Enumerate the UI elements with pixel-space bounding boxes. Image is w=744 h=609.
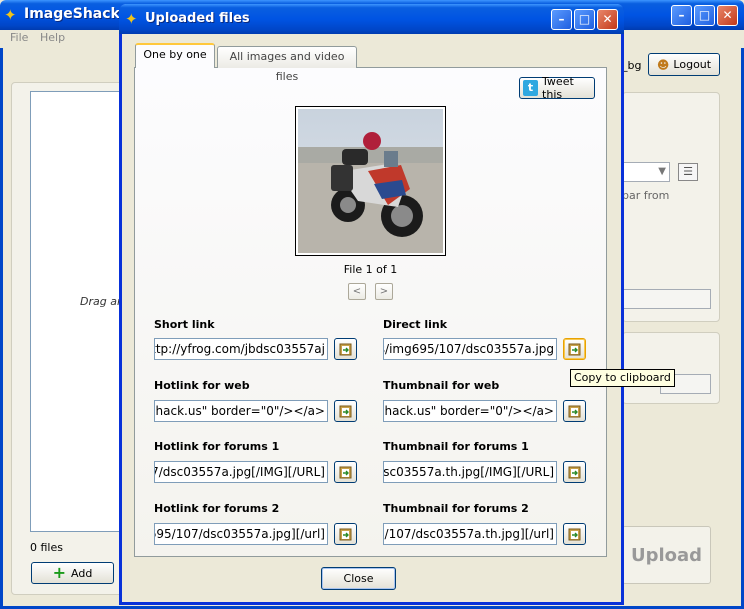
tab-one-by-one[interactable]: One by one xyxy=(135,43,215,68)
thumbnail-forums1-label: Thumbnail for forums 1 xyxy=(383,440,529,453)
direct-link-field[interactable]: s/img695/107/dsc03557a.jpg xyxy=(383,338,557,360)
hotlink-forums2-label: Hotlink for forums 2 xyxy=(154,502,280,515)
drop-hint: Drag an xyxy=(80,295,124,308)
twitter-icon: t xyxy=(523,80,539,96)
thumbnail-forums1-value: dsc03557a.th.jpg[/IMG][/URL] xyxy=(383,465,554,479)
clipboard-icon xyxy=(568,343,581,356)
settings-dropdown[interactable]: ▼ xyxy=(622,162,670,182)
short-link-value: http://yfrog.com/jbdsc03557aj xyxy=(154,342,325,356)
clipboard-icon xyxy=(339,528,352,541)
drop-zone[interactable] xyxy=(30,91,122,532)
previous-button[interactable]: < xyxy=(348,283,366,300)
copy-thumbnail-web-button[interactable] xyxy=(563,400,586,422)
add-button-label: Add xyxy=(71,566,93,580)
clipboard-icon xyxy=(339,343,352,356)
motorcycle-photo xyxy=(298,109,443,253)
copy-hotlink-web-button[interactable] xyxy=(334,400,357,422)
upload-label: Upload xyxy=(630,544,703,566)
menu-help[interactable]: Help xyxy=(40,31,65,44)
thumbnail-web-label: Thumbnail for web xyxy=(383,379,500,392)
imageshack-app-icon: ✦ xyxy=(4,6,17,24)
user-icon: ☻ xyxy=(656,57,670,72)
thumbnail-web-value: eShack.us" border="0"/></a> xyxy=(383,404,554,418)
logout-label: Logout xyxy=(673,58,712,71)
hotlink-forums1-field[interactable]: 7/dsc03557a.jpg[/IMG][/URL] xyxy=(154,461,328,483)
tweet-label: Tweet this xyxy=(542,75,574,101)
copy-thumbnail-forums2-button[interactable] xyxy=(563,523,586,545)
thumbnail-forums2-label: Thumbnail for forums 2 xyxy=(383,502,529,515)
clipboard-icon xyxy=(568,405,581,418)
clipboard-icon xyxy=(568,528,581,541)
tweet-button[interactable]: t Tweet this xyxy=(519,75,595,101)
dialog-maximize-button[interactable]: □ xyxy=(574,9,595,30)
hotlink-web-label: Hotlink for web xyxy=(154,379,250,392)
main-close-button[interactable]: ✕ xyxy=(717,5,738,26)
main-maximize-button[interactable]: □ xyxy=(694,5,715,26)
dialog-minimize-button[interactable]: – xyxy=(551,9,572,30)
plus-icon: + xyxy=(52,563,67,582)
copy-hotlink-forums1-button[interactable] xyxy=(334,461,357,483)
thumbnail-forums2-field[interactable]: 95/107/dsc03557a.th.jpg][/url] xyxy=(383,523,557,545)
main-minimize-button[interactable]: – xyxy=(671,5,692,26)
thumbnail-web-field[interactable]: eShack.us" border="0"/></a> xyxy=(383,400,557,422)
logout-button[interactable]: ☻ Logout xyxy=(648,53,720,76)
thumbnail-forums2-value: 95/107/dsc03557a.th.jpg][/url] xyxy=(383,527,554,541)
list-icon[interactable]: ☰ xyxy=(678,163,698,181)
right-panel xyxy=(622,92,720,322)
main-window-border-left xyxy=(0,30,3,609)
copy-short-link-button[interactable] xyxy=(334,338,357,360)
hotlink-web-field[interactable]: eShack.us" border="0"/></a> xyxy=(154,400,328,422)
hotlink-web-value: eShack.us" border="0"/></a> xyxy=(154,404,325,418)
direct-link-label: Direct link xyxy=(383,318,448,331)
file-count: 0 files xyxy=(30,541,63,554)
image-preview xyxy=(295,106,446,256)
clipboard-icon xyxy=(568,466,581,479)
username-fragment: _bg xyxy=(622,59,642,72)
clipboard-icon xyxy=(339,405,352,418)
copy-direct-link-button[interactable] xyxy=(563,338,586,360)
clipboard-icon xyxy=(339,466,352,479)
copy-hotlink-forums2-button[interactable] xyxy=(334,523,357,545)
bar-from-text: bar from xyxy=(622,189,670,202)
thumbnail-forums1-field[interactable]: dsc03557a.th.jpg[/IMG][/URL] xyxy=(383,461,557,483)
short-link-label: Short link xyxy=(154,318,215,331)
dialog-close-button[interactable]: ✕ xyxy=(597,9,618,30)
tab-all-images[interactable]: All images and video files xyxy=(217,46,357,83)
next-button[interactable]: > xyxy=(375,283,393,300)
hotlink-forums1-value: 7/dsc03557a.jpg[/IMG][/URL] xyxy=(154,465,325,479)
direct-link-value: s/img695/107/dsc03557a.jpg xyxy=(383,342,554,356)
imageshack-dialog-icon: ✦ xyxy=(125,10,138,28)
dialog-title: Uploaded files xyxy=(145,11,250,26)
close-button[interactable]: Close xyxy=(321,567,396,590)
short-link-field[interactable]: http://yfrog.com/jbdsc03557aj xyxy=(154,338,328,360)
add-button[interactable]: + Add xyxy=(31,562,114,584)
copy-tooltip: Copy to clipboard xyxy=(570,369,675,387)
copy-thumbnail-forums1-button[interactable] xyxy=(563,461,586,483)
right-input-1[interactable] xyxy=(622,289,711,309)
file-counter: File 1 of 1 xyxy=(343,263,398,276)
hotlink-forums1-label: Hotlink for forums 1 xyxy=(154,440,280,453)
menu-file[interactable]: File xyxy=(10,31,28,44)
hotlink-forums2-field[interactable]: g695/107/dsc03557a.jpg][/url] xyxy=(154,523,328,545)
hotlink-forums2-value: g695/107/dsc03557a.jpg][/url] xyxy=(154,527,325,541)
upload-button[interactable]: Upload xyxy=(622,526,711,584)
